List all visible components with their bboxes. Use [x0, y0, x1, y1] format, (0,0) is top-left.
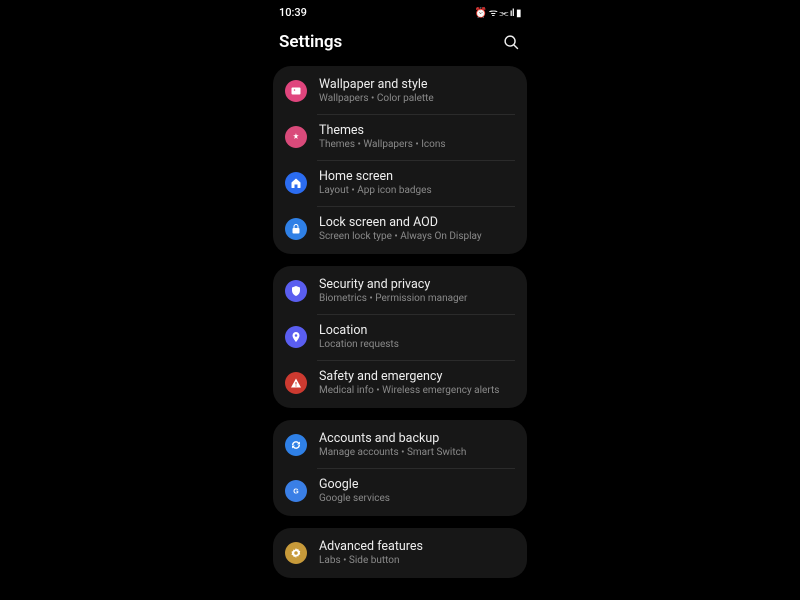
image-icon	[285, 80, 307, 102]
settings-item-lock-screen[interactable]: Lock screen and AODScreen lock type • Al…	[273, 206, 527, 252]
settings-item-title: Accounts and backup	[319, 431, 466, 446]
settings-item-subtitle: Manage accounts • Smart Switch	[319, 447, 466, 459]
settings-item-text: Wallpaper and styleWallpapers • Color pa…	[319, 77, 434, 105]
settings-item-subtitle: Themes • Wallpapers • Icons	[319, 139, 446, 151]
gear-icon	[285, 542, 307, 564]
settings-item-wallpaper[interactable]: Wallpaper and styleWallpapers • Color pa…	[273, 68, 527, 114]
settings-item-advanced-features[interactable]: Advanced featuresLabs • Side button	[273, 530, 527, 576]
phone-frame: 10:39 ⏰ ᯤ ⫘ ıl ▮ Settings Wallpaper and …	[265, 0, 535, 600]
settings-list: Wallpaper and styleWallpapers • Color pa…	[265, 66, 535, 578]
settings-item-security-privacy[interactable]: Security and privacyBiometrics • Permiss…	[273, 268, 527, 314]
settings-item-subtitle: Labs • Side button	[319, 555, 423, 567]
pin-icon	[285, 326, 307, 348]
settings-item-subtitle: Screen lock type • Always On Display	[319, 231, 482, 243]
settings-item-subtitle: Location requests	[319, 339, 399, 351]
settings-item-subtitle: Wallpapers • Color palette	[319, 93, 434, 105]
settings-item-location[interactable]: LocationLocation requests	[273, 314, 527, 360]
settings-item-text: Security and privacyBiometrics • Permiss…	[319, 277, 467, 305]
settings-item-google[interactable]: G GoogleGoogle services	[273, 468, 527, 514]
page-title: Settings	[279, 32, 342, 52]
search-button[interactable]	[501, 32, 521, 52]
status-bar: 10:39 ⏰ ᯤ ⫘ ıl ▮	[265, 0, 535, 24]
settings-item-title: Home screen	[319, 169, 432, 184]
status-icons: ⏰ ᯤ ⫘ ıl ▮	[475, 5, 521, 19]
status-time: 10:39	[279, 6, 307, 19]
settings-item-subtitle: Medical info • Wireless emergency alerts	[319, 385, 499, 397]
header: Settings	[265, 24, 535, 66]
settings-item-subtitle: Google services	[319, 493, 390, 505]
settings-item-safety[interactable]: Safety and emergencyMedical info • Wirel…	[273, 360, 527, 406]
sync-icon	[285, 434, 307, 456]
settings-item-title: Wallpaper and style	[319, 77, 434, 92]
settings-item-text: Advanced featuresLabs • Side button	[319, 539, 423, 567]
settings-item-subtitle: Biometrics • Permission manager	[319, 293, 467, 305]
alert-icon	[285, 372, 307, 394]
settings-group-security: Security and privacyBiometrics • Permiss…	[273, 266, 527, 408]
settings-item-text: Safety and emergencyMedical info • Wirel…	[319, 369, 499, 397]
settings-item-themes[interactable]: ThemesThemes • Wallpapers • Icons	[273, 114, 527, 160]
settings-item-accounts-backup[interactable]: Accounts and backupManage accounts • Sma…	[273, 422, 527, 468]
settings-group-display: Wallpaper and styleWallpapers • Color pa…	[273, 66, 527, 254]
settings-item-title: Security and privacy	[319, 277, 467, 292]
settings-item-text: Lock screen and AODScreen lock type • Al…	[319, 215, 482, 243]
settings-item-title: Lock screen and AOD	[319, 215, 482, 230]
shield-icon	[285, 280, 307, 302]
settings-item-text: Accounts and backupManage accounts • Sma…	[319, 431, 466, 459]
settings-item-title: Safety and emergency	[319, 369, 499, 384]
settings-item-text: GoogleGoogle services	[319, 477, 390, 505]
settings-item-text: ThemesThemes • Wallpapers • Icons	[319, 123, 446, 151]
home-icon	[285, 172, 307, 194]
settings-item-text: Home screenLayout • App icon badges	[319, 169, 432, 197]
settings-item-title: Advanced features	[319, 539, 423, 554]
svg-text:G: G	[293, 489, 299, 496]
settings-item-home-screen[interactable]: Home screenLayout • App icon badges	[273, 160, 527, 206]
settings-item-subtitle: Layout • App icon badges	[319, 185, 432, 197]
search-icon	[503, 34, 520, 51]
settings-item-title: Themes	[319, 123, 446, 138]
settings-group-accounts: Accounts and backupManage accounts • Sma…	[273, 420, 527, 516]
settings-group-advanced: Advanced featuresLabs • Side button	[273, 528, 527, 578]
settings-item-title: Google	[319, 477, 390, 492]
settings-item-text: LocationLocation requests	[319, 323, 399, 351]
settings-item-title: Location	[319, 323, 399, 338]
brush-icon	[285, 126, 307, 148]
google-icon: G	[285, 480, 307, 502]
lock-icon	[285, 218, 307, 240]
